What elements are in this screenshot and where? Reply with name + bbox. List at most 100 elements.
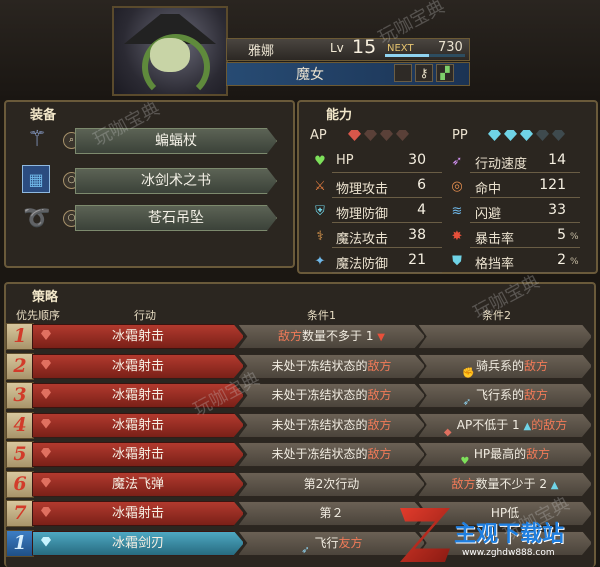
condition2-button[interactable]: ◆AP不低于 1 ▲的敌方 — [418, 412, 592, 438]
necklace-icon: ➰ — [23, 205, 51, 231]
priority-number[interactable]: 7 — [6, 500, 34, 527]
wing-icon: ➶ — [462, 397, 472, 408]
stat-divider — [470, 172, 580, 173]
action-label: 冰霜射击 — [111, 417, 164, 433]
heart-icon: ♥ — [460, 456, 470, 467]
condition2-button[interactable]: ➶飞行系的敌方 — [418, 383, 592, 408]
pp-label: PP — [452, 128, 468, 143]
condition1-button[interactable]: 未处于冻结状态的敌方 — [238, 383, 425, 408]
action-label: 冰霜射击 — [111, 506, 164, 521]
character-header: 雅娜 Lv 15 NEXT 730 魔女 ⚷ ▞ — [0, 0, 600, 100]
condition1-button[interactable]: 未处于冻结状态的敌方 — [238, 442, 425, 467]
priority-number[interactable]: 6 — [6, 470, 34, 498]
condition2-text: 敌方数量不少于 2 ▲ — [451, 476, 559, 491]
equip-item-2[interactable]: 冰剑术之书 — [75, 168, 277, 194]
stat-divider — [332, 272, 442, 273]
action-button[interactable]: 冰霜射击 — [32, 412, 244, 438]
stat-divider — [470, 272, 580, 273]
priority-number[interactable]: 1 — [6, 529, 34, 557]
action-button[interactable]: 冰霜射击 — [32, 324, 244, 349]
stat-divider — [332, 172, 442, 173]
next-value: 730 — [438, 40, 463, 55]
condition1-button[interactable]: 未处于冻结状态的敌方 — [238, 412, 425, 438]
stat-divider — [470, 197, 580, 198]
boots-icon[interactable]: ▞ — [436, 64, 454, 82]
action-button[interactable]: 冰霜剑刃 — [32, 530, 244, 556]
class-name: 魔女 — [296, 67, 324, 83]
tactic-row[interactable]: 5 冰霜射击 未处于冻结状态的敌方 ♥HP最高的敌方 — [6, 441, 592, 468]
stat-value: 30 — [408, 152, 426, 168]
action-button[interactable]: 冰霜射击 — [32, 501, 244, 526]
action-button[interactable]: 冰霜射击 — [32, 353, 244, 379]
condition1-header: 条件1 — [307, 309, 336, 322]
stat-label: 物理攻击 — [336, 182, 389, 197]
crit-icon: ✸ — [451, 228, 463, 244]
stat-value: 33 — [548, 202, 566, 218]
fist-icon: ✊ — [461, 367, 475, 379]
condition1-text: 敌方数量不多于 1 ▼ — [278, 329, 385, 343]
stat-label: 格挡率 — [475, 257, 515, 272]
heart-icon: ♥ — [314, 153, 326, 169]
condition1-button[interactable]: 未处于冻结状态的敌方 — [238, 353, 425, 379]
condition2-button[interactable] — [418, 324, 592, 349]
stat-divider — [332, 197, 442, 198]
stat-value: 38 — [408, 227, 426, 243]
priority-number[interactable]: 5 — [6, 441, 34, 468]
equip-item-1[interactable]: 蝙蝠杖 — [75, 128, 277, 154]
condition2-button[interactable]: ♥HP最高的敌方 — [418, 442, 592, 467]
stat-label: 命中 — [475, 182, 502, 197]
priority-number[interactable]: 1 — [6, 323, 34, 350]
key-icon[interactable]: ⚷ — [415, 64, 433, 82]
stat-label: 行动速度 — [475, 157, 528, 172]
stat-label: 闪避 — [475, 207, 502, 222]
stat-value: 4 — [417, 202, 426, 218]
tactic-row[interactable]: 1 冰霜射击 敌方数量不多于 1 ▼ — [6, 323, 592, 350]
tactic-row[interactable]: 6 魔法飞弹 第2次行动 敌方数量不少于 2 ▲ — [6, 470, 592, 498]
stat-divider — [332, 222, 442, 223]
tactics-title: 策略 — [32, 290, 59, 305]
equip-item-3[interactable]: 苍石吊坠 — [75, 205, 277, 231]
condition1-text: 第2次行动 — [303, 476, 360, 491]
action-header: 行动 — [134, 309, 156, 322]
priority-number[interactable]: 3 — [6, 382, 34, 409]
action-button[interactable]: 冰霜射击 — [32, 442, 244, 467]
condition1-text: 未处于冻结状态的敌方 — [271, 358, 392, 373]
tactic-row[interactable]: 4 冰霜射击 未处于冻结状态的敌方 ◆AP不低于 1 ▲的敌方 — [6, 411, 592, 439]
action-button[interactable]: 魔法飞弹 — [32, 471, 244, 497]
action-button[interactable]: 冰霜射击 — [32, 383, 244, 408]
empty-slot-icon[interactable] — [394, 64, 412, 82]
stat-value: 5 — [557, 227, 566, 243]
action-label: 冰霜射击 — [111, 329, 164, 344]
stat-label: HP — [336, 153, 354, 168]
stat-unit: % — [570, 257, 579, 267]
exp-bar — [385, 54, 465, 57]
stat-unit: % — [570, 232, 579, 242]
action-label: 冰霜射击 — [111, 358, 164, 374]
armor-icon: ⛨ — [315, 203, 325, 219]
condition1-text: 未处于冻结状态的敌方 — [271, 388, 392, 402]
blue-triangle-up-icon: ▲ — [550, 479, 559, 491]
condition1-button[interactable]: 敌方数量不多于 1 ▼ — [238, 324, 425, 349]
condition1-button[interactable]: 第2次行动 — [238, 471, 425, 497]
red-triangle-down-icon: ▼ — [377, 332, 385, 343]
tactic-row[interactable]: 3 冰霜射击 未处于冻结状态的敌方 ➶飞行系的敌方 — [6, 382, 592, 409]
equipment-title: 装备 — [30, 108, 57, 123]
level-label: Lv — [330, 41, 344, 55]
speed-icon: ➶ — [451, 153, 463, 169]
logo-title: 主观下载站 — [454, 522, 565, 547]
condition2-button[interactable]: 敌方数量不少于 2 ▲ — [418, 471, 592, 497]
condition2-button[interactable]: ✊骑兵系的敌方 — [418, 353, 592, 379]
class-bar — [226, 62, 470, 86]
red-gem-icon: ◆ — [443, 426, 452, 438]
ability-title: 能力 — [326, 108, 353, 123]
condition2-header: 条件2 — [482, 309, 511, 322]
character-name: 雅娜 — [248, 44, 275, 59]
stat-divider — [470, 247, 580, 248]
priority-number[interactable]: 4 — [6, 411, 34, 439]
logo-url: www.zghdw888.com — [462, 548, 555, 558]
condition2-text: ✊骑兵系的敌方 — [461, 358, 549, 379]
tactic-row[interactable]: 2 冰霜射击 未处于冻结状态的敌方 ✊骑兵系的敌方 — [6, 352, 592, 380]
priority-number[interactable]: 2 — [6, 352, 34, 380]
evade-icon: ≋ — [451, 203, 463, 219]
condition1-text: 未处于冻结状态的敌方 — [271, 447, 392, 461]
